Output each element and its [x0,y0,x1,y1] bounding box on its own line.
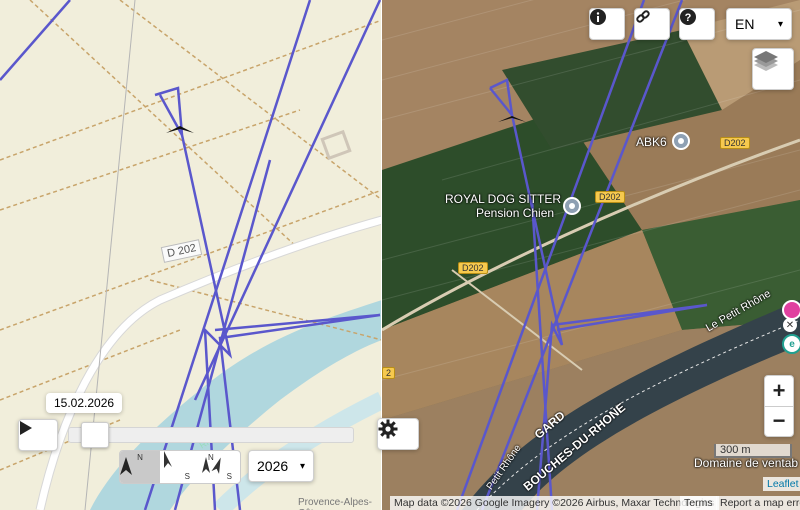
compass-s-label: S [184,472,190,481]
gear-icon [378,419,398,439]
close-icon[interactable]: ✕ [783,318,797,332]
map-data-attribution: Map data ©2026 Google Imagery ©2026 Airb… [390,496,719,510]
year-value: 2026 [257,458,289,474]
north-arrow-icon [120,457,132,475]
timeline-slider-thumb[interactable] [80,422,109,448]
leaflet-link[interactable]: Leaflet [763,477,800,491]
layers-button[interactable] [752,48,794,90]
poi-badge-pink[interactable] [782,300,800,320]
info-button[interactable] [589,8,625,40]
place-label-pension: Pension Chien [476,206,555,220]
zoom-control: + − [764,375,794,437]
north-up-button[interactable]: N [120,451,160,483]
dual-compass-button[interactable]: N S [200,451,240,483]
svg-text:?: ? [685,12,692,24]
road-badge: D202 [458,262,488,274]
settings-button[interactable] [377,418,419,450]
track-up-button[interactable]: S [160,451,200,483]
orientation-group: N S N S [119,450,241,484]
zoom-in-button[interactable]: + [764,376,794,407]
dual-compass-icon [202,457,221,474]
play-icon [20,421,32,435]
place-label-abk6[interactable]: ABK6 [636,135,667,149]
road-badge: D202 [720,137,750,149]
info-icon [590,9,606,25]
place-pin-abk6[interactable] [672,132,690,150]
play-button[interactable] [18,419,58,451]
link-icon [636,10,650,23]
scale-bar: 300 m [714,444,792,458]
chevron-down-icon: ▾ [777,18,783,30]
timeline-slider[interactable] [68,427,354,443]
compass-n-label: N [137,453,143,462]
road-badge: D202 [595,191,625,203]
compass-s-label-2: S [226,472,232,481]
right-map-pane[interactable]: ABK6 ROYAL DOG SITTER Pension Chien D202… [382,0,800,510]
road-badge: 2 [382,367,396,379]
compass-tilted-icon [164,451,172,468]
terms-link[interactable]: Terms [680,496,717,510]
poi-badge-e[interactable]: e [782,334,800,354]
report-error-link[interactable]: Report a map error [716,496,800,510]
language-select[interactable]: EN ▾ [726,8,792,40]
help-button[interactable]: ? [679,8,715,40]
link-button[interactable] [634,8,670,40]
place-pin-dog-sitter[interactable] [563,197,581,215]
year-select[interactable]: 2026 ▾ [248,450,314,482]
region-label: Provence-Alpes-Côte [298,497,372,510]
date-tooltip: 15.02.2026 [46,393,123,413]
domain-label: Domaine de ventab [694,456,799,470]
layers-icon [754,51,778,71]
chevron-down-icon: ▾ [299,460,305,472]
zoom-out-button[interactable]: − [764,407,794,437]
language-value: EN [735,16,755,32]
help-icon: ? [680,9,696,25]
place-label-dog-sitter[interactable]: ROYAL DOG SITTER [445,192,561,206]
